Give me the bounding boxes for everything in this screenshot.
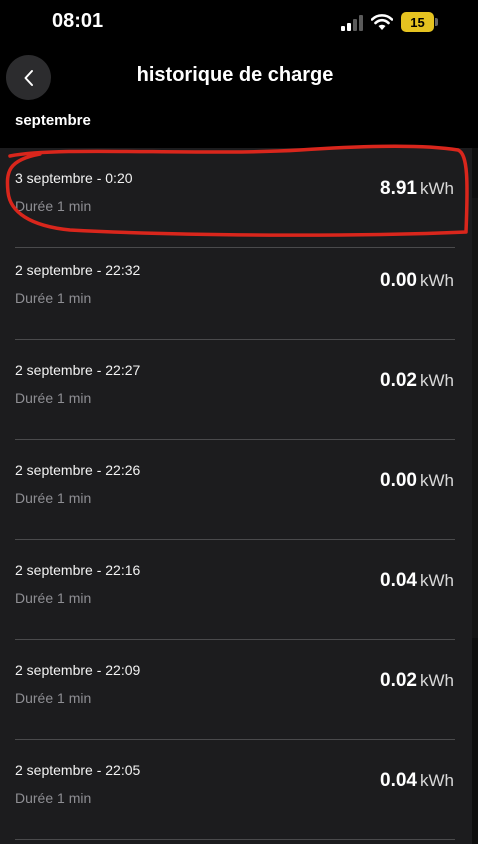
session-date: 3 septembre - 0:20 [15, 170, 133, 186]
energy-value: 0.00 [380, 470, 417, 491]
energy-value: 0.02 [380, 370, 417, 391]
session-item[interactable]: 2 septembre - 22:05 Durée 1 min 0.04 kWh [0, 740, 478, 840]
session-duration: Durée 1 min [15, 690, 92, 706]
session-item[interactable]: 3 septembre - 0:20 Durée 1 min 8.91 kWh [0, 148, 478, 248]
energy-unit: kWh [420, 571, 454, 590]
session-item[interactable]: 2 septembre - 22:32 Durée 1 min 0.00 kWh [0, 240, 478, 340]
session-energy: 0.04 kWh [380, 770, 454, 792]
energy-unit: kWh [420, 771, 454, 790]
session-date: 2 septembre - 22:09 [15, 662, 141, 678]
session-duration: Durée 1 min [15, 490, 92, 506]
energy-unit: kWh [420, 471, 454, 490]
energy-value: 0.02 [380, 670, 417, 691]
battery-tip [435, 18, 438, 26]
wifi-icon [371, 14, 393, 30]
session-date: 2 septembre - 22:32 [15, 262, 141, 278]
session-energy: 0.00 kWh [380, 470, 454, 492]
status-bar: 08:01 15 [0, 0, 478, 46]
scroll-track [472, 148, 478, 844]
session-duration: Durée 1 min [15, 790, 92, 806]
session-item[interactable]: 2 septembre - 22:16 Durée 1 min 0.04 kWh [0, 540, 478, 640]
page-title-text: historique de charge [136, 64, 334, 86]
session-duration: Durée 1 min [15, 590, 92, 606]
session-item[interactable]: 2 septembre - 22:26 Durée 1 min 0.00 kWh [0, 440, 478, 540]
session-duration: Durée 1 min [15, 198, 92, 214]
session-date: 2 septembre - 22:26 [15, 462, 141, 478]
energy-value: 0.00 [380, 270, 417, 291]
energy-unit: kWh [420, 271, 454, 290]
charge-history-list: 3 septembre - 0:20 Durée 1 min 8.91 kWh 2… [0, 148, 478, 844]
energy-unit: kWh [420, 671, 454, 690]
session-duration: Durée 1 min [15, 290, 92, 306]
screen: 08:01 15 historique de charge septembre … [0, 0, 478, 844]
session-energy: 0.04 kWh [380, 570, 454, 592]
session-date: 2 septembre - 22:05 [15, 762, 141, 778]
battery-level: 15 [401, 12, 434, 32]
scroll-track-segment [472, 198, 478, 638]
session-date: 2 septembre - 22:27 [15, 362, 141, 378]
status-time: 08:01 [52, 10, 104, 32]
session-energy: 0.00 kWh [380, 270, 454, 292]
signal-icon [341, 15, 363, 31]
battery-icon: 15 [401, 12, 439, 32]
energy-unit: kWh [420, 371, 454, 390]
section-month-label: septembre [15, 112, 91, 129]
session-item[interactable]: 2 septembre - 22:09 Durée 1 min 0.02 kWh [0, 640, 478, 740]
energy-value: 0.04 [380, 570, 417, 591]
session-duration: Durée 1 min [15, 390, 92, 406]
energy-value: 0.04 [380, 770, 417, 791]
energy-unit: kWh [420, 179, 454, 198]
energy-value: 8.91 [380, 178, 417, 199]
session-energy: 0.02 kWh [380, 670, 454, 692]
session-item[interactable]: 2 septembre - 22:27 Durée 1 min 0.02 kWh [0, 340, 478, 440]
session-energy: 0.02 kWh [380, 370, 454, 392]
page-title: historique de charge [0, 64, 470, 87]
session-date: 2 septembre - 22:16 [15, 562, 141, 578]
divider [15, 839, 455, 840]
session-energy: 8.91 kWh [380, 178, 454, 200]
